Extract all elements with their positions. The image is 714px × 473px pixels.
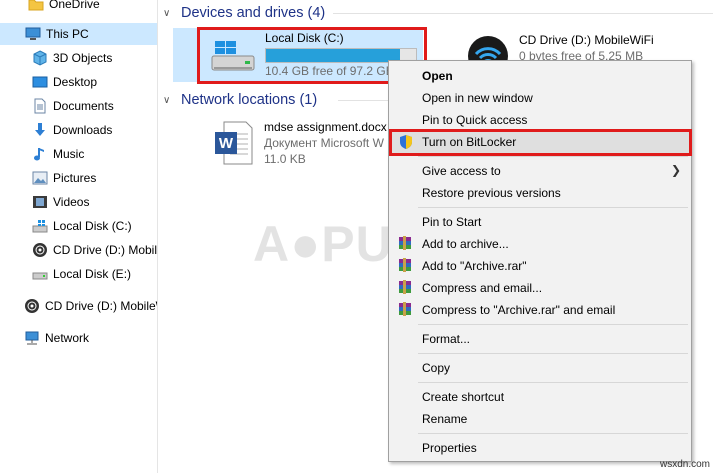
network-icon	[24, 330, 40, 346]
sidebar-item-documents[interactable]: Documents	[0, 95, 157, 117]
cd-drive-name: CD Drive (D:) MobileWiFi	[519, 33, 654, 47]
documents-icon	[32, 98, 48, 114]
desktop-icon	[32, 74, 48, 90]
music-icon	[32, 146, 48, 162]
sidebar-item-onedrive[interactable]: OneDrive	[0, 0, 157, 15]
sidebar-item-downloads[interactable]: Downloads	[0, 119, 157, 141]
menu-item-properties[interactable]: Properties	[389, 437, 691, 459]
network-group-header[interactable]: ∨ Network locations (1)	[163, 89, 388, 111]
chevron-down-icon: ∨	[163, 7, 171, 19]
file-name: mdse assignment.docx	[264, 120, 387, 134]
pictures-icon	[32, 170, 48, 186]
menu-item-pin-to-start[interactable]: Pin to Start	[389, 211, 691, 233]
windows-drive-icon	[32, 218, 48, 234]
word-document-icon: W	[214, 120, 254, 166]
sidebar-item-pictures[interactable]: Pictures	[0, 167, 157, 189]
menu-item-format[interactable]: Format...	[389, 328, 691, 350]
menu-item-restore-previous-versions[interactable]: Restore previous versions	[389, 182, 691, 204]
onedrive-folder-icon	[28, 0, 44, 12]
menu-separator	[418, 382, 688, 383]
menu-item-compress-email[interactable]: Compress and email...	[389, 277, 691, 299]
menu-item-add-to-archive[interactable]: Add to archive...	[389, 233, 691, 255]
menu-item-compress-rar-email[interactable]: Compress to "Archive.rar" and email	[389, 299, 691, 321]
sidebar-item-music[interactable]: Music	[0, 143, 157, 165]
context-menu: Open Open in new window Pin to Quick acc…	[388, 60, 692, 462]
menu-separator	[418, 324, 688, 325]
menu-item-open[interactable]: Open	[389, 65, 691, 87]
cd-drive-icon	[32, 242, 48, 258]
submenu-arrow-icon: ❯	[670, 163, 681, 177]
sidebar-item-videos[interactable]: Videos	[0, 191, 157, 213]
sidebar-item-cd-drive-d-2[interactable]: CD Drive (D:) MobileWiFi	[0, 295, 157, 317]
network-file-tile[interactable]: W mdse assignment.docx Документ Microsof…	[200, 116, 390, 170]
site-credit: wsxdn.com	[659, 459, 710, 470]
sidebar-item-cd-drive-d[interactable]: CD Drive (D:) MobileWiFi	[0, 239, 157, 261]
downloads-icon	[32, 122, 48, 138]
sidebar-item-desktop[interactable]: Desktop	[0, 71, 157, 93]
group-divider	[338, 100, 388, 101]
sidebar-item-3d-objects[interactable]: 3D Objects	[0, 47, 157, 69]
videos-icon	[32, 194, 48, 210]
menu-separator	[418, 353, 688, 354]
sidebar-item-local-disk-e[interactable]: Local Disk (E:)	[0, 263, 157, 285]
navigation-pane: OneDrive This PC 3D Objects Desktop Docu…	[0, 0, 158, 473]
computer-icon	[25, 26, 41, 42]
highlight-box-bitlocker	[389, 129, 692, 156]
menu-separator	[418, 433, 688, 434]
menu-item-create-shortcut[interactable]: Create shortcut	[389, 386, 691, 408]
drive-icon	[32, 266, 48, 282]
menu-item-give-access-to[interactable]: Give access to ❯	[389, 160, 691, 182]
svg-text:W: W	[219, 135, 234, 152]
chevron-down-icon: ∨	[163, 94, 171, 106]
menu-item-rename[interactable]: Rename	[389, 408, 691, 430]
3d-objects-icon	[32, 50, 48, 66]
menu-item-copy[interactable]: Copy	[389, 357, 691, 379]
sidebar-item-this-pc[interactable]: This PC	[0, 23, 157, 45]
menu-item-pin-quick-access[interactable]: Pin to Quick access	[389, 109, 691, 131]
file-type: Документ Microsoft W	[264, 136, 384, 150]
winrar-icon	[398, 280, 414, 296]
menu-separator	[418, 156, 688, 157]
cd-drive-icon	[24, 298, 40, 314]
winrar-icon	[398, 236, 414, 252]
menu-separator	[418, 207, 688, 208]
sidebar-item-network[interactable]: Network	[0, 327, 157, 349]
devices-group-header[interactable]: ∨ Devices and drives (4)	[163, 2, 713, 24]
menu-item-open-new-window[interactable]: Open in new window	[389, 87, 691, 109]
file-size: 11.0 KB	[264, 152, 306, 166]
winrar-icon	[398, 258, 414, 274]
menu-item-add-to-archive-rar[interactable]: Add to "Archive.rar"	[389, 255, 691, 277]
group-divider	[333, 13, 713, 14]
winrar-icon	[398, 302, 414, 318]
sidebar-item-local-disk-c[interactable]: Local Disk (C:)	[0, 215, 157, 237]
